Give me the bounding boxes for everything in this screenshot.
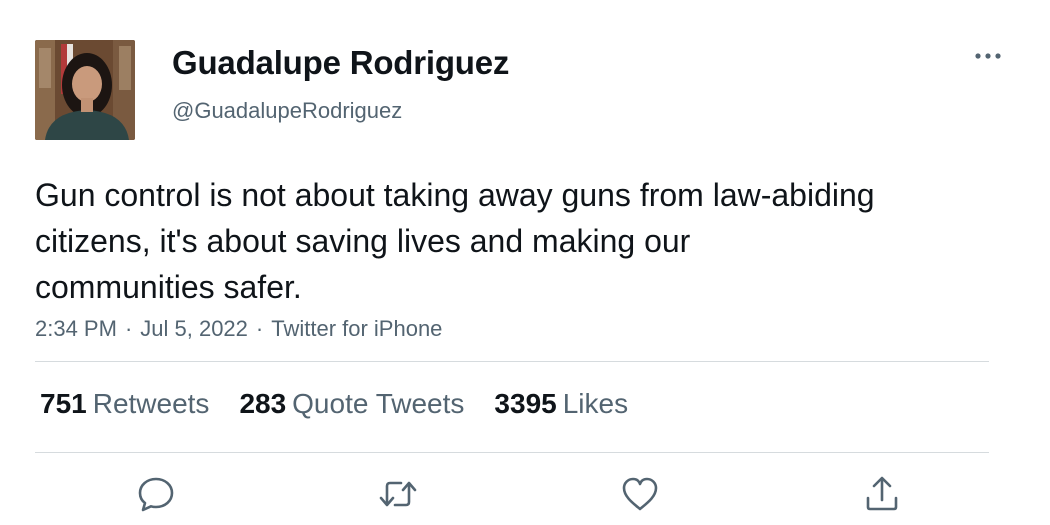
reply-icon: [138, 477, 174, 512]
meta-separator: ·: [255, 316, 264, 341]
retweets-label: Retweets: [92, 388, 210, 419]
tweet-metadata: 2:34 PM · Jul 5, 2022 · Twitter for iPhone: [35, 316, 442, 342]
retweets-stat[interactable]: 751 Retweets: [40, 388, 209, 420]
divider: [35, 452, 989, 453]
tweet-card: Guadalupe Rodriguez @GuadalupeRodriguez …: [0, 0, 1050, 525]
retweet-icon: [379, 481, 417, 507]
divider: [35, 361, 989, 362]
tweet-time[interactable]: 2:34 PM: [35, 316, 117, 341]
author-avatar[interactable]: [35, 40, 135, 140]
share-icon: [866, 476, 898, 511]
meta-separator: ·: [124, 316, 133, 341]
quote-tweets-label: Quote Tweets: [292, 388, 465, 419]
more-icon: [975, 53, 1001, 59]
tweet-text: Gun control is not about taking away gun…: [35, 177, 875, 305]
author-display-name[interactable]: Guadalupe Rodriguez: [172, 44, 509, 82]
tweet-stats: 751 Retweets 283 Quote Tweets 3395 Likes: [40, 388, 628, 420]
profile-photo-icon: [35, 40, 135, 140]
more-options-button[interactable]: [970, 40, 1006, 72]
quote-tweets-count: 283: [239, 388, 287, 419]
likes-count: 3395: [494, 388, 557, 419]
retweets-count: 751: [40, 388, 87, 419]
author-handle[interactable]: @GuadalupeRodriguez: [172, 98, 402, 124]
like-button[interactable]: [620, 474, 660, 514]
share-button[interactable]: [862, 474, 902, 514]
retweet-button[interactable]: [378, 474, 418, 514]
like-icon: [622, 477, 658, 511]
tweet-date[interactable]: Jul 5, 2022: [140, 316, 248, 341]
quote-tweets-stat[interactable]: 283 Quote Tweets: [239, 388, 464, 420]
likes-label: Likes: [562, 388, 629, 419]
likes-stat[interactable]: 3395 Likes: [494, 388, 628, 420]
tweet-source[interactable]: Twitter for iPhone: [271, 316, 442, 341]
reply-button[interactable]: [136, 474, 176, 514]
